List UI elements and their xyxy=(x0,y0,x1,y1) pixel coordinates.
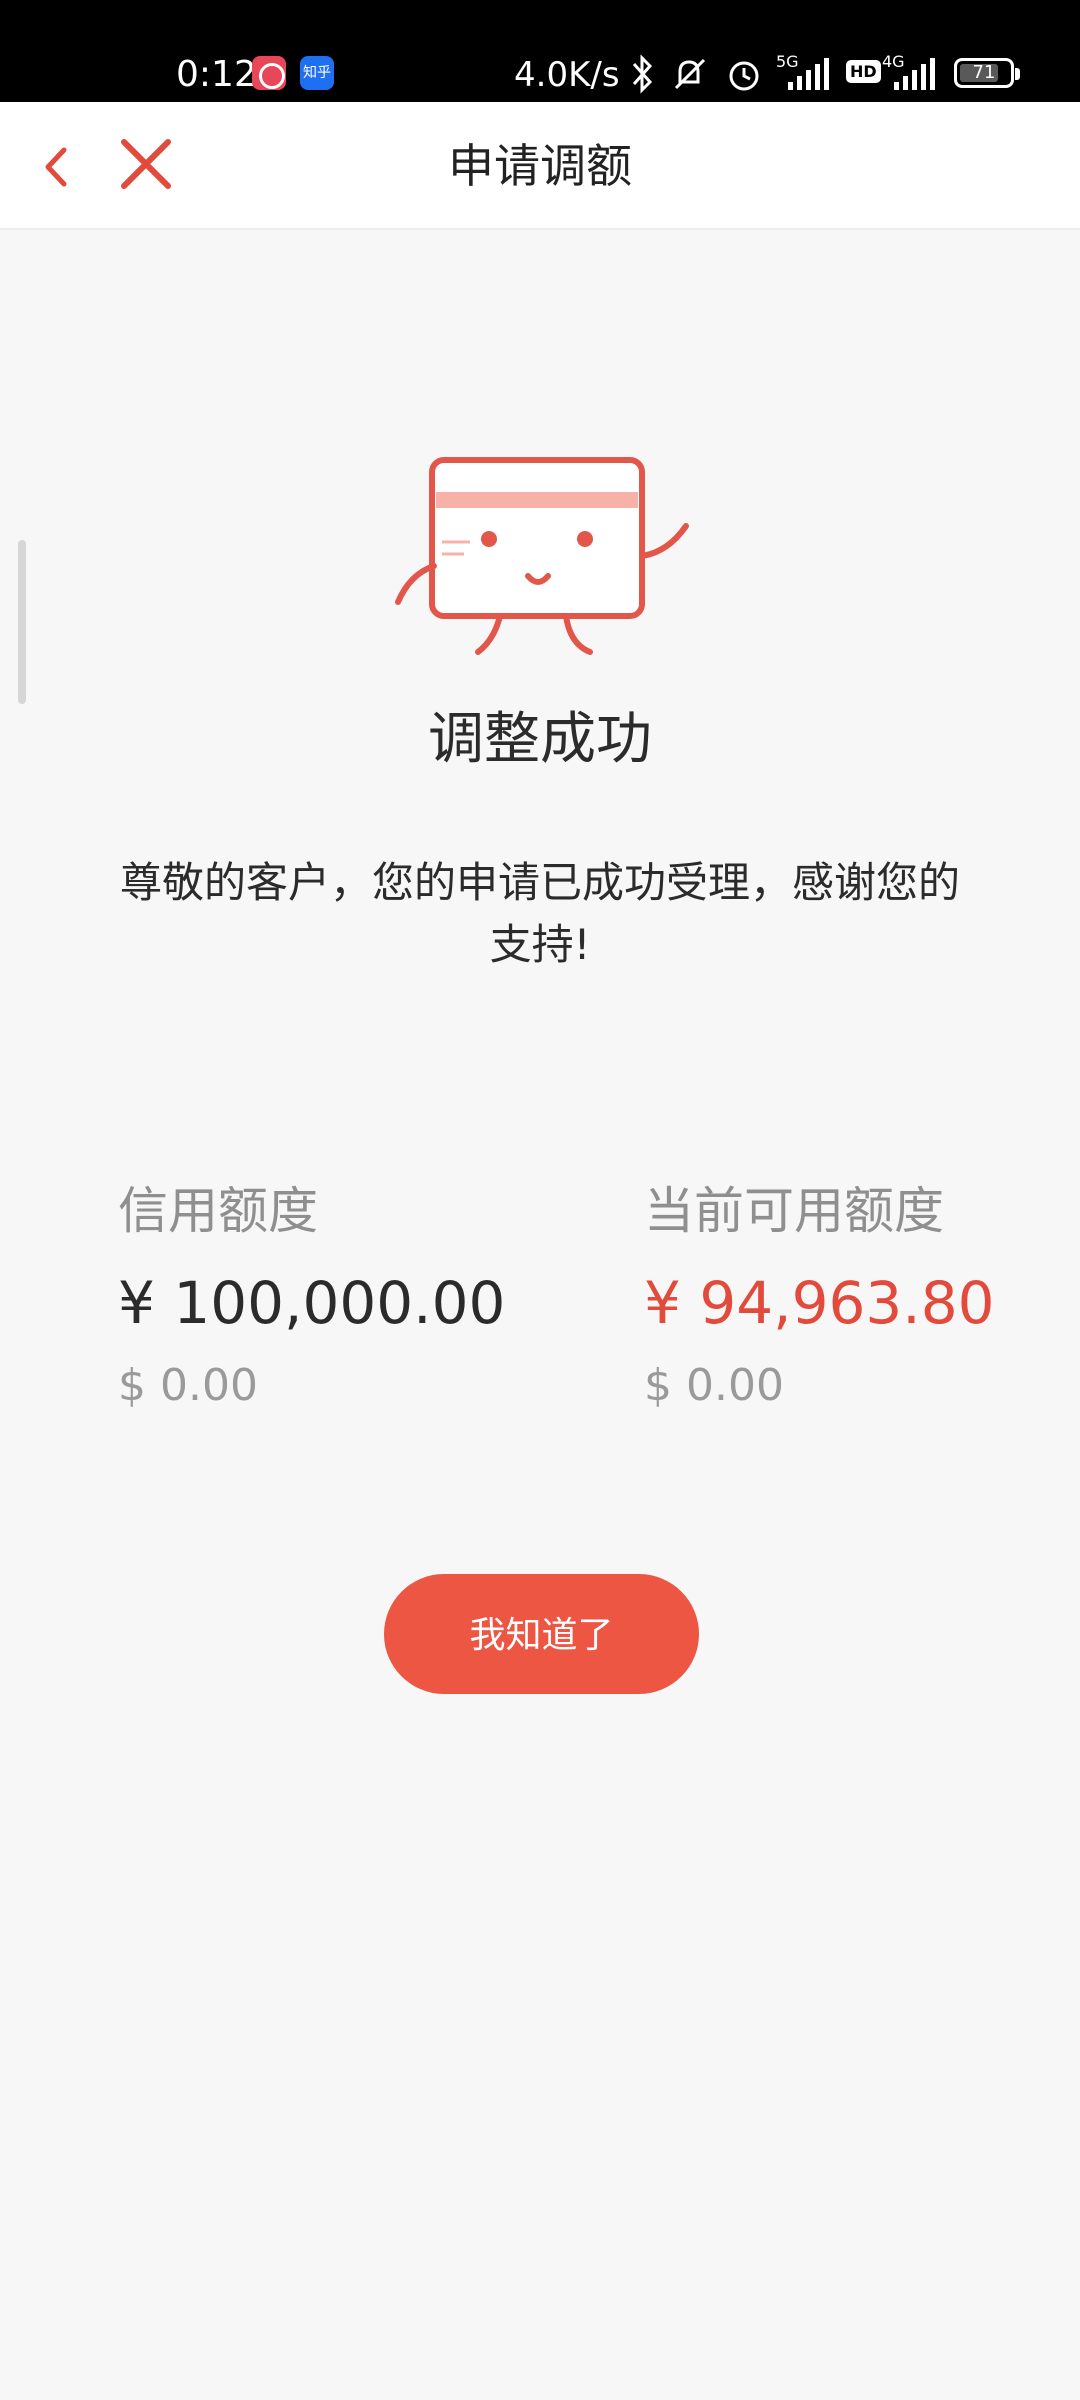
confirm-button[interactable]: 我知道了 xyxy=(384,1574,699,1694)
result-message: 尊敬的客户，您的申请已成功受理，感谢您的支持! xyxy=(119,858,960,969)
credit-card-mascot-illustration xyxy=(395,457,689,655)
available-limit-cny: ¥ 94,963.80 xyxy=(644,1269,995,1337)
signal-4g-icon xyxy=(894,58,935,90)
available-limit-usd: $ 0.00 xyxy=(644,1360,784,1411)
available-limit-block: 当前可用额度 ¥ 94,963.80 $ 0.00 xyxy=(644,1176,995,1416)
mute-icon xyxy=(674,58,706,90)
zhihu-notification-icon: 知乎 xyxy=(300,56,334,90)
credit-limit-label: 信用额度 xyxy=(118,1182,318,1240)
result-title: 调整成功 xyxy=(428,707,652,772)
battery-level: 71 xyxy=(972,62,996,83)
network-speed: 4.0K/s xyxy=(514,55,620,95)
bluetooth-icon xyxy=(632,54,653,94)
close-button[interactable] xyxy=(112,130,180,200)
close-icon xyxy=(121,139,171,189)
hd-badge: HD xyxy=(846,60,881,83)
signal-5g-icon xyxy=(788,58,829,90)
credit-limit-usd: $ 0.00 xyxy=(118,1360,258,1411)
top-navigation-bar: 申请调额 xyxy=(0,102,1080,230)
credit-limit-cny: ¥ 100,000.00 xyxy=(118,1269,506,1337)
status-bar: 0:12 知乎 4.0K/s 5G HD 4G 71 xyxy=(0,0,1080,102)
alarm-icon xyxy=(729,61,759,91)
status-time: 0:12 xyxy=(176,54,257,95)
app-notification-icon xyxy=(252,56,286,90)
battery-icon: 71 xyxy=(954,58,1020,88)
back-button[interactable] xyxy=(28,132,88,200)
chevron-left-icon xyxy=(45,147,67,187)
available-limit-label: 当前可用额度 xyxy=(644,1182,944,1240)
scrollbar[interactable] xyxy=(18,540,26,704)
credit-limit-block: 信用额度 ¥ 100,000.00 $ 0.00 xyxy=(118,1176,505,1416)
